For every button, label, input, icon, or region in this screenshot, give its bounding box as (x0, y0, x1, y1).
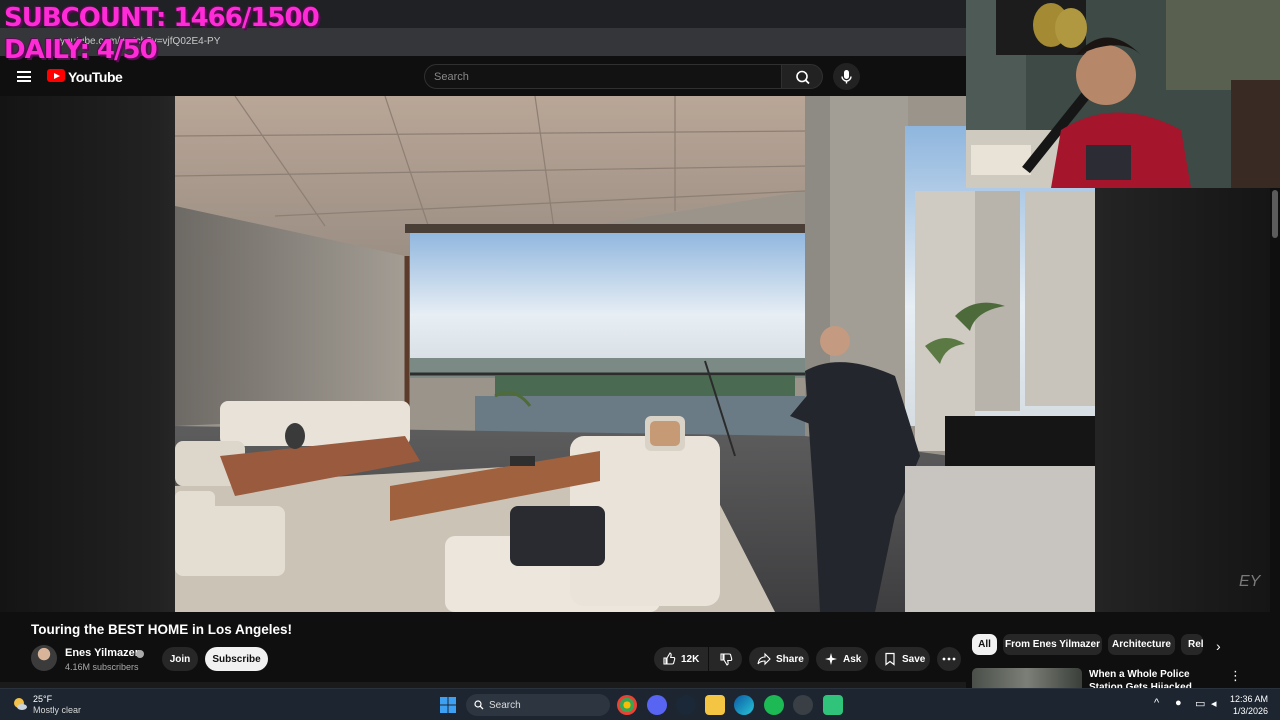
file-explorer-icon[interactable] (705, 695, 725, 715)
recommended-thumbnail[interactable] (972, 668, 1082, 688)
player-right-letterbox (1095, 188, 1270, 612)
taskbar-search-label: Search (489, 699, 521, 711)
video-player[interactable] (175, 96, 1095, 612)
search-button[interactable] (781, 64, 823, 89)
hamburger-menu-icon[interactable] (17, 71, 31, 82)
dislike-button[interactable] (709, 647, 742, 671)
chrome-icon[interactable] (617, 695, 637, 715)
webcam-overlay (966, 0, 1280, 188)
video-title: Touring the BEST HOME in Los Angeles! (31, 622, 293, 637)
ask-label: Ask (843, 653, 862, 665)
sparkle-icon (825, 653, 837, 665)
network-icon[interactable]: ▭ (1195, 697, 1205, 710)
volume-icon[interactable]: ◂ (1211, 697, 1217, 710)
thumbs-down-icon (719, 653, 732, 666)
video-frame-image (175, 96, 1095, 612)
chip-architecture[interactable]: Architecture (1108, 634, 1175, 655)
taskbar-search[interactable]: Search (466, 694, 610, 716)
bookmark-icon (885, 652, 895, 666)
microphone-tray-icon[interactable]: ● (1175, 697, 1182, 709)
subscribe-button[interactable]: Subscribe (205, 647, 268, 671)
verified-badge-icon (136, 650, 144, 658)
discord-icon[interactable] (647, 695, 667, 715)
recommended-title[interactable]: When a Whole Police Station Gets Hijacke… (1089, 668, 1219, 688)
search-icon (796, 70, 810, 85)
weather-description[interactable]: Mostly clear (33, 705, 81, 715)
taskbar-search-icon (474, 700, 484, 710)
youtube-wordmark[interactable]: YouTube (68, 69, 123, 85)
more-horizontal-icon (942, 657, 956, 661)
spotify-icon[interactable] (764, 695, 784, 715)
recommended-more-icon[interactable]: ⋮ (1229, 668, 1242, 684)
chip-related[interactable]: Rel (1181, 634, 1203, 655)
like-count: 12K (681, 653, 700, 665)
player-left-letterbox (0, 96, 175, 612)
page-scrollbar[interactable] (1270, 188, 1280, 612)
like-button[interactable]: 12K (654, 647, 708, 671)
moon-cloud-icon (14, 698, 27, 710)
more-actions-button[interactable] (937, 647, 961, 671)
app-icon[interactable] (823, 695, 843, 715)
webcam-image (966, 0, 1280, 188)
search-field[interactable] (424, 64, 782, 89)
subscriber-count: 4.16M subscribers (65, 662, 139, 672)
youtube-logo-icon[interactable] (47, 69, 65, 82)
microphone-icon (841, 70, 852, 84)
share-button[interactable]: Share (749, 647, 809, 671)
subcount-overlay: SUBCOUNT: 1466/1500 (4, 3, 320, 33)
channel-avatar[interactable] (31, 645, 57, 671)
settings-gear-icon[interactable] (793, 695, 813, 715)
weather-temperature[interactable]: 25°F (33, 694, 52, 704)
save-button[interactable]: Save (875, 647, 930, 671)
chip-from-channel[interactable]: From Enes Yilmazer (1003, 634, 1102, 655)
windows-start-icon[interactable] (440, 697, 456, 713)
tray-chevron-up-icon[interactable]: ^ (1154, 697, 1159, 709)
share-label: Share (776, 653, 804, 665)
screen: youtube.com/watch?v=vjfQ02E4-PY SUBCOUNT… (0, 0, 1280, 720)
edge-icon[interactable] (734, 695, 754, 715)
clock-time[interactable]: 12:36 AM (1224, 694, 1268, 704)
chip-all[interactable]: All (972, 634, 997, 655)
voice-search-button[interactable] (833, 63, 860, 90)
channel-watermark[interactable]: EY (1239, 573, 1260, 591)
share-icon (757, 652, 771, 666)
clock-date[interactable]: 1/3/2026 (1224, 706, 1268, 716)
join-button[interactable]: Join (162, 647, 198, 671)
scrollbar-thumb[interactable] (1272, 190, 1278, 238)
channel-name[interactable]: Enes Yilmazer (65, 647, 139, 659)
steam-icon[interactable] (676, 695, 696, 715)
windows-taskbar: 25°F Mostly clear Search ^ ● ▭ ◂ 12:36 A… (0, 688, 1280, 720)
search-input[interactable] (425, 65, 781, 88)
thumbs-up-icon (663, 652, 676, 665)
ask-button[interactable]: Ask (816, 647, 868, 671)
daily-overlay: DAILY: 4/50 (4, 35, 158, 65)
save-label: Save (902, 653, 926, 665)
chevron-right-icon[interactable]: › (1216, 638, 1221, 654)
